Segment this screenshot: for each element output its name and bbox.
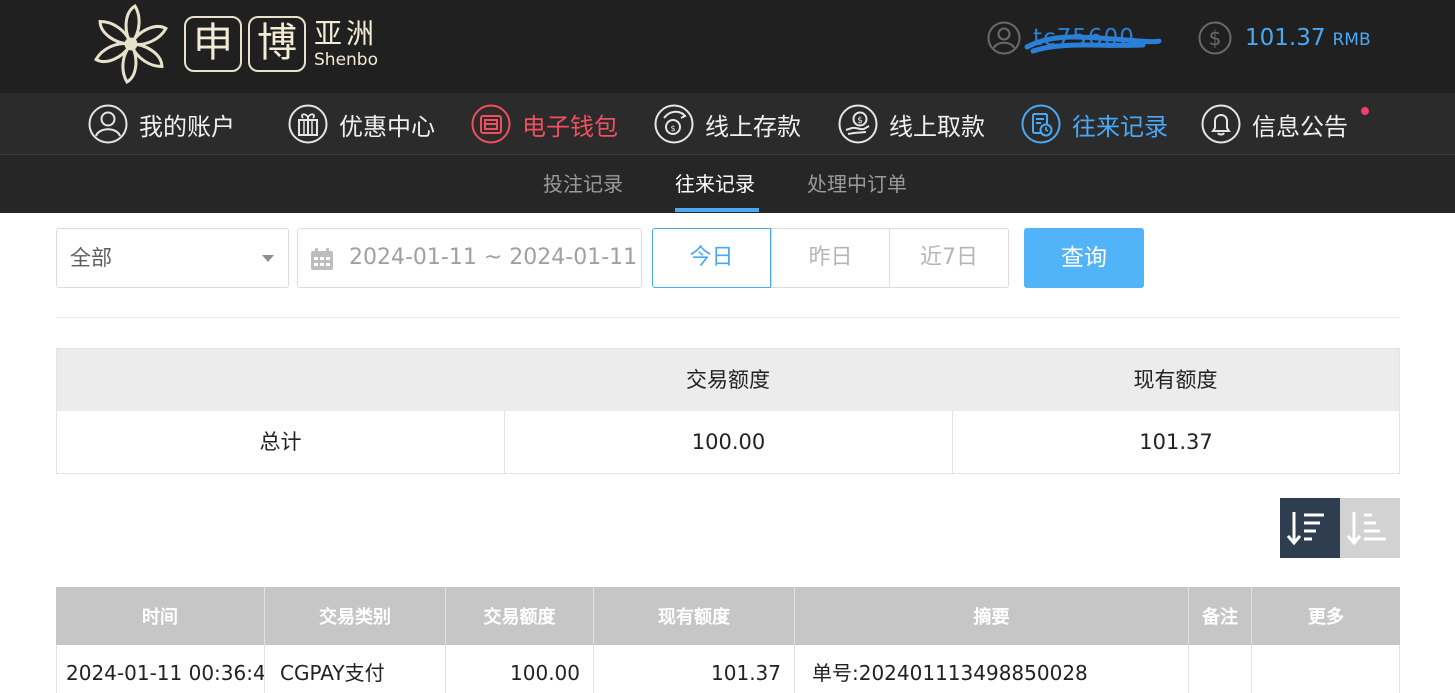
logo-text: 亚洲 Shenbo bbox=[314, 17, 379, 71]
logo-char-box: 申 bbox=[184, 16, 242, 72]
table-row[interactable]: 2024-01-11 00:36:44 CGPAY支付 100.00 101.3… bbox=[56, 645, 1400, 693]
summary-header: 交易额度 现有额度 bbox=[57, 349, 1399, 411]
records-header: 时间 交易类别 交易额度 现有额度 摘要 备注 更多 bbox=[56, 587, 1400, 645]
nav-label: 信息公告 bbox=[1252, 112, 1348, 141]
nav-transaction-records[interactable]: 往来记录 bbox=[1021, 93, 1168, 155]
deposit-icon: $ bbox=[654, 104, 694, 144]
cell-type: CGPAY支付 bbox=[265, 645, 446, 693]
remark-header-text: 备注 bbox=[1202, 607, 1238, 628]
redaction-scribble bbox=[1024, 34, 1162, 54]
select-value: 全部 bbox=[70, 246, 112, 270]
cell-summary: 单号:202401113498850028 bbox=[795, 645, 1189, 693]
nav-label: 线上存款 bbox=[705, 112, 801, 141]
user-icon bbox=[88, 104, 128, 144]
caret-down-icon bbox=[262, 255, 274, 262]
sub-nav: 投注记录 往来记录 处理中订单 bbox=[0, 155, 1455, 213]
balance-currency: RMB bbox=[1332, 30, 1371, 50]
summary-trade-amount: 100.00 bbox=[504, 411, 952, 473]
svg-text:$: $ bbox=[1209, 26, 1222, 50]
column-header-time[interactable]: 时间 bbox=[56, 587, 265, 645]
main-nav: 我的账户 优惠中心 电子钱包 $ 线上存款 $ 线上取款 往来记录 信息公告 bbox=[0, 93, 1455, 155]
summary-table: 交易额度 现有额度 总计 100.00 101.37 bbox=[56, 348, 1400, 474]
logo-char-box: 博 bbox=[248, 16, 306, 72]
quick-last7days-button[interactable]: 近7日 bbox=[889, 228, 1009, 288]
column-header-current-amount[interactable]: 现有额度 bbox=[594, 587, 795, 645]
nav-promotions[interactable]: 优惠中心 bbox=[288, 93, 435, 155]
gift-icon bbox=[288, 104, 328, 144]
tab-transaction-records[interactable]: 往来记录 bbox=[675, 155, 755, 213]
active-tab-underline bbox=[675, 208, 759, 212]
balance-amount: 101.37 bbox=[1245, 25, 1326, 51]
records-icon bbox=[1021, 104, 1061, 144]
nav-e-wallet[interactable]: 电子钱包 bbox=[471, 93, 618, 155]
column-header-trade-amount[interactable]: 交易额度 bbox=[446, 587, 594, 645]
tab-bet-records[interactable]: 投注记录 bbox=[543, 155, 623, 213]
summary-header-cell: 现有额度 bbox=[1133, 368, 1218, 392]
nav-label: 优惠中心 bbox=[339, 112, 435, 141]
nav-announcements[interactable]: 信息公告 bbox=[1201, 93, 1348, 155]
sort-ascending-button[interactable] bbox=[1340, 498, 1400, 558]
sort-ascending-icon bbox=[1346, 512, 1386, 546]
nav-label: 往来记录 bbox=[1072, 112, 1168, 141]
cell-remark bbox=[1189, 645, 1252, 693]
logo-en: Shenbo bbox=[314, 50, 378, 70]
svg-text:$: $ bbox=[857, 116, 863, 126]
date-range-value: 2024-01-11 ~ 2024-01-11 bbox=[349, 245, 638, 270]
nav-online-deposit[interactable]: $ 线上存款 bbox=[654, 93, 801, 155]
top-header: 申 博 亚洲 Shenbo tc75600 $ 101.37 RMB bbox=[0, 0, 1455, 93]
flower-logo-icon bbox=[94, 3, 168, 85]
user-icon bbox=[987, 21, 1021, 55]
calendar-icon bbox=[311, 248, 333, 270]
svg-text:$: $ bbox=[670, 124, 675, 133]
column-header-more[interactable]: 更多 bbox=[1252, 587, 1400, 645]
username: tc75600 bbox=[1024, 25, 1162, 54]
brand-logo[interactable]: 申 博 亚洲 Shenbo bbox=[86, 2, 378, 86]
sort-descending-button[interactable] bbox=[1280, 498, 1340, 558]
column-header-remark[interactable]: 备注 bbox=[1189, 587, 1252, 645]
withdraw-icon: $ bbox=[838, 104, 878, 144]
dollar-coin-icon: $ bbox=[1198, 21, 1232, 55]
cell-more[interactable] bbox=[1252, 645, 1400, 693]
logo-cn: 亚洲 bbox=[314, 17, 379, 50]
quick-yesterday-button[interactable]: 昨日 bbox=[771, 228, 890, 288]
cell-time: 2024-01-11 00:36:44 bbox=[57, 645, 265, 693]
balance-display: $ 101.37 RMB bbox=[1198, 20, 1371, 56]
date-range-picker[interactable]: 2024-01-11 ~ 2024-01-11 bbox=[297, 228, 642, 288]
tab-pending-orders[interactable]: 处理中订单 bbox=[807, 155, 907, 213]
summary-current-amount: 101.37 bbox=[952, 411, 1399, 473]
cell-trade-amount: 100.00 bbox=[446, 645, 594, 693]
nav-label: 我的账户 bbox=[139, 112, 235, 141]
transaction-type-select[interactable]: 全部 bbox=[56, 228, 289, 288]
divider bbox=[56, 317, 1400, 318]
summary-header-cell: 交易额度 bbox=[686, 368, 770, 392]
query-button[interactable]: 查询 bbox=[1024, 228, 1144, 288]
column-header-summary[interactable]: 摘要 bbox=[795, 587, 1189, 645]
cell-current-amount: 101.37 bbox=[594, 645, 795, 693]
nav-label: 电子钱包 bbox=[522, 112, 618, 141]
sort-descending-icon bbox=[1286, 512, 1324, 546]
nav-online-withdraw[interactable]: $ 线上取款 bbox=[838, 93, 985, 155]
nav-my-account[interactable]: 我的账户 bbox=[88, 93, 235, 155]
summary-total-row: 总计 100.00 101.37 bbox=[57, 411, 1399, 473]
user-account[interactable]: tc75600 bbox=[987, 20, 1162, 56]
wallet-icon bbox=[471, 104, 511, 144]
bell-icon bbox=[1201, 104, 1241, 144]
quick-today-button[interactable]: 今日 bbox=[652, 228, 771, 288]
summary-label: 总计 bbox=[259, 430, 302, 454]
column-header-type[interactable]: 交易类别 bbox=[265, 587, 446, 645]
notification-dot bbox=[1361, 107, 1369, 115]
nav-label: 线上取款 bbox=[889, 112, 985, 141]
